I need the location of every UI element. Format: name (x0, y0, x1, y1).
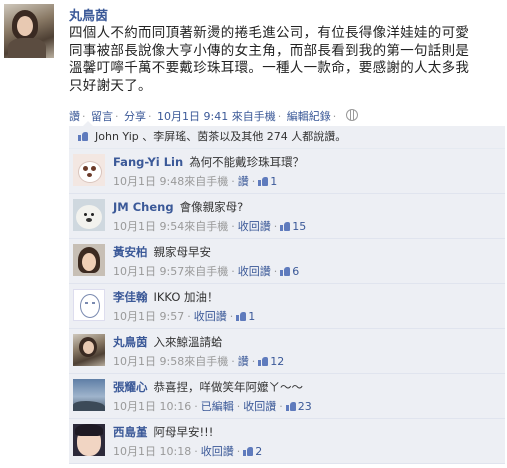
comment-like-button[interactable]: 收回讚 (194, 310, 227, 323)
thumbs-up-icon[interactable] (243, 447, 254, 456)
comment-timestamp[interactable]: 10月1日 9:54來自手機 (113, 220, 228, 233)
thumbs-up-icon[interactable] (258, 177, 269, 186)
comment-like-count[interactable]: 2 (255, 445, 262, 458)
commenter-avatar[interactable] (73, 334, 105, 366)
comment-meta: 10月1日 9:58來自手機 · 讚 · 12 (113, 355, 285, 368)
commenter-name[interactable]: 黃安柏 (113, 245, 148, 259)
comment-item: 張耀心 恭喜捏，咩做笑年阿嬤ㄚ～～ 10月1日 10:16 · 已編輯 · 收回讚 · 23 (69, 374, 505, 419)
comment-timestamp[interactable]: 10月1日 9:58來自手機 (113, 355, 228, 368)
post-text-line: 四個人不約而同頂著新燙的捲毛進公司，有位長得像洋娃娃的可愛 (69, 25, 470, 41)
comment-item: 西島堇 阿母早安!!! 10月1日 10:18 · 收回讚 · 2 (69, 419, 505, 464)
comment-like-button[interactable]: 收回讚 (238, 265, 271, 278)
comment-text: 為何不能戴珍珠耳環？ (189, 155, 305, 169)
thumbs-up-icon[interactable] (236, 312, 247, 321)
thumbs-up-icon (78, 132, 88, 141)
comment-like-button[interactable]: 讚 (238, 355, 249, 368)
comment-like-count[interactable]: 6 (292, 265, 299, 278)
thumbs-up-icon[interactable] (280, 222, 291, 231)
commenter-avatar[interactable] (73, 424, 105, 456)
commenter-avatar[interactable] (73, 199, 105, 231)
comment-like-count[interactable]: 1 (270, 175, 277, 188)
comment-timestamp[interactable]: 10月1日 10:18 (113, 445, 191, 458)
likes-summary[interactable]: John Yip 、李屏瑤、茵茶以及其他 274 人都說讚。 (95, 126, 346, 148)
comment-meta: 10月1日 9:57 · 收回讚 · 1 (113, 310, 256, 323)
comment-text: 恭喜捏，咩做笑年阿嬤ㄚ～～ (153, 380, 304, 394)
share-link[interactable]: 分享 (124, 110, 146, 123)
comment-timestamp[interactable]: 10月1日 9:57來自手機 (113, 265, 228, 278)
comment-text: 入來鯨溫請蛤 (153, 335, 223, 349)
comment-line: 丸鳥茵 入來鯨溫請蛤 (113, 334, 223, 350)
comment-item: JM Cheng 會像親家母? 10月1日 9:54來自手機 · 收回讚 · 15 (69, 194, 505, 239)
comment-like-button[interactable]: 收回讚 (243, 400, 276, 413)
post-text: 四個人不約而同頂著新燙的捲毛進公司，有位長得像洋娃娃的可愛 同事被部長說像大亨小… (69, 25, 501, 95)
comment-line: 黃安柏 親家母早安 (113, 244, 211, 260)
comment-like-count[interactable]: 12 (270, 355, 284, 368)
comment-like-count[interactable]: 23 (298, 400, 312, 413)
comment-like-button[interactable]: 收回讚 (238, 220, 271, 233)
commenter-name[interactable]: 張耀心 (113, 380, 148, 394)
comment-meta: 10月1日 9:54來自手機 · 收回讚 · 15 (113, 220, 307, 233)
comment-item: 丸鳥茵 入來鯨溫請蛤 10月1日 9:58來自手機 · 讚 · 12 (69, 329, 505, 374)
post-text-line: 同事被部長說像大亨小傳的女主角，而部長看到我的第一句話則是 (69, 42, 470, 59)
comment-like-button[interactable]: 讚 (238, 175, 249, 188)
comment-timestamp[interactable]: 10月1日 9:48來自手機 (113, 175, 228, 188)
commenter-avatar[interactable] (73, 244, 105, 276)
comment-item: 李佳翰 IKKO 加油！ 10月1日 9:57 · 收回讚 · 1 (69, 284, 505, 329)
comment-meta: 10月1日 9:48來自手機 · 讚 · 1 (113, 175, 278, 188)
comment-item: 黃安柏 親家母早安 10月1日 9:57來自手機 · 收回讚 · 6 (69, 239, 505, 284)
comment-like-count[interactable]: 1 (248, 310, 255, 323)
comment-line: JM Cheng 會像親家母? (113, 199, 243, 215)
globe-icon[interactable] (345, 109, 358, 121)
commenter-name[interactable]: Fang-Yi Lin (113, 155, 183, 169)
comment-text: IKKO 加油！ (153, 290, 219, 304)
comment-line: 李佳翰 IKKO 加油！ (113, 289, 219, 305)
commenter-avatar[interactable] (73, 379, 105, 411)
post-text-line: 只好謝天了。 (69, 77, 152, 94)
post-timestamp[interactable]: 10月1日 9:41 來自手機 (157, 110, 276, 123)
commenter-name[interactable]: 李佳翰 (113, 290, 148, 304)
comment-timestamp[interactable]: 10月1日 10:16 (113, 400, 191, 413)
commenter-name[interactable]: 西島堇 (113, 425, 148, 439)
comment-line: 西島堇 阿母早安!!! (113, 424, 213, 440)
post-avatar[interactable] (4, 4, 54, 58)
commenter-name[interactable]: JM Cheng (113, 200, 174, 214)
comment-timestamp[interactable]: 10月1日 9:57 (113, 310, 184, 323)
comment-link[interactable]: 留言 (91, 110, 113, 123)
thumbs-up-icon[interactable] (285, 402, 296, 411)
comment-line: 張耀心 恭喜捏，咩做笑年阿嬤ㄚ～～ (113, 379, 303, 395)
comment-item: Fang-Yi Lin 為何不能戴珍珠耳環？ 10月1日 9:48來自手機 · 讚 · 1 (69, 149, 505, 194)
thumbs-up-icon[interactable] (280, 267, 291, 276)
comment-text: 親家母早安 (153, 245, 212, 259)
edited-link[interactable]: 已編輯 (201, 400, 234, 413)
thumbs-up-icon[interactable] (258, 357, 269, 366)
like-link[interactable]: 讚 (69, 110, 80, 123)
comment-meta: 10月1日 9:57來自手機 · 收回讚 · 6 (113, 265, 300, 278)
comment-text: 會像親家母? (179, 200, 244, 214)
post-author[interactable]: 丸鳥茵 (69, 5, 108, 24)
commenter-avatar[interactable] (73, 154, 105, 186)
post-text-line: 溫馨叮嚀千萬不要戴珍珠耳環。一種人一款命，要感謝的人太多我 (69, 60, 470, 76)
commenter-avatar[interactable] (73, 289, 105, 321)
comment-like-button[interactable]: 收回讚 (201, 445, 234, 458)
edit-history-link[interactable]: 編輯紀錄 (287, 110, 331, 123)
comment-meta: 10月1日 10:18 · 收回讚 · 2 (113, 445, 263, 458)
comment-like-count[interactable]: 15 (292, 220, 306, 233)
likes-box: John Yip 、李屏瑤、茵茶以及其他 274 人都說讚。 (69, 121, 505, 149)
comment-text: 阿母早安!!! (153, 425, 214, 439)
comment-meta: 10月1日 10:16 · 已編輯 · 收回讚 · 23 (113, 400, 312, 413)
comment-line: Fang-Yi Lin 為何不能戴珍珠耳環？ (113, 154, 304, 170)
post-meta: 讚 · 留言 · 分享 · 10月1日 9:41 來自手機 · 編輯紀錄 · (69, 108, 358, 124)
commenter-name[interactable]: 丸鳥茵 (113, 335, 148, 349)
